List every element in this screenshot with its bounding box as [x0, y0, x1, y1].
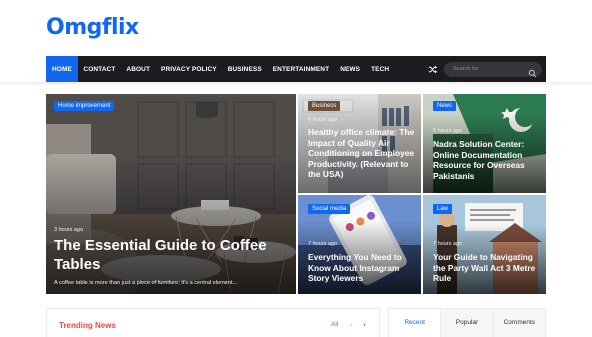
site-logo[interactable]: Omgflix — [46, 15, 139, 40]
post-time: 6 hours ago — [308, 117, 338, 123]
nav-item-entertainment[interactable]: ENTERTAINMENT — [267, 56, 334, 82]
tab-recent[interactable]: Recent — [389, 309, 441, 337]
post-time: 3 hours ago — [54, 227, 84, 233]
featured-card-law[interactable]: Law 7 hours ago Your Guide to Navigating… — [423, 195, 546, 294]
nav-item-news[interactable]: NEWS — [335, 56, 366, 82]
header-shadow — [0, 82, 592, 86]
nav-item-business[interactable]: BUSINESS — [222, 56, 267, 82]
post-title[interactable]: Healthy office climate: The Impact of Qu… — [308, 127, 418, 180]
featured-grid: Home improvement 3 hours ago The Essenti… — [46, 94, 546, 294]
trending-panel: Trending News All ‹ › — [46, 308, 380, 337]
tab-popular[interactable]: Popular — [440, 309, 493, 337]
chevron-right-icon[interactable]: › — [359, 319, 370, 330]
nav-item-contact[interactable]: CONTACT — [78, 56, 121, 82]
post-title[interactable]: Nadra Solution Center: Online Documentat… — [433, 139, 543, 181]
main-navbar: HOME CONTACT ABOUT PRIVACY POLICY BUSINE… — [46, 56, 546, 82]
search-box — [444, 61, 542, 77]
category-badge[interactable]: Business — [308, 101, 341, 111]
nav-item-privacy-policy[interactable]: PRIVACY POLICY — [156, 56, 223, 82]
featured-card-news[interactable]: News 6 hours ago Nadra Solution Center: … — [423, 94, 546, 193]
featured-card-business[interactable]: Business 6 hours ago Healthy office clim… — [298, 94, 421, 193]
featured-card-social-media[interactable]: Social media 7 hours ago Everything You … — [298, 195, 421, 294]
post-title[interactable]: Everything You Need to Know About Instag… — [308, 252, 418, 284]
post-time: 7 hours ago — [433, 241, 463, 247]
post-title[interactable]: Your Guide to Navigating the Party Wall … — [433, 252, 543, 284]
category-badge[interactable]: Home improvement — [54, 101, 115, 111]
featured-card-main[interactable]: Home improvement 3 hours ago The Essenti… — [46, 94, 296, 294]
search-icon[interactable] — [528, 65, 537, 77]
category-badge[interactable]: Law — [433, 204, 453, 214]
sidebar-tabs: Recent Popular Comments — [388, 308, 546, 337]
search-input[interactable] — [444, 66, 524, 72]
page: Omgflix HOME CONTACT ABOUT PRIVACY POLIC… — [0, 0, 592, 337]
post-title[interactable]: The Essential Guide to Coffee Tables — [54, 237, 288, 275]
nav-item-about[interactable]: ABOUT — [121, 56, 156, 82]
post-time: 6 hours ago — [433, 128, 463, 134]
chevron-left-icon[interactable]: ‹ — [346, 319, 357, 330]
trending-title: Trending News — [59, 321, 116, 330]
trending-all-link[interactable]: All — [331, 321, 338, 328]
nav-item-home[interactable]: HOME — [46, 56, 78, 82]
post-time: 7 hours ago — [308, 241, 338, 247]
shuffle-icon[interactable] — [426, 63, 438, 75]
nav-item-tech[interactable]: TECH — [366, 56, 395, 82]
tab-comments[interactable]: Comments — [492, 309, 545, 337]
category-badge[interactable]: News — [433, 101, 457, 111]
category-badge[interactable]: Social media — [308, 204, 351, 214]
post-excerpt: A coffee table is more than just a piece… — [54, 280, 238, 286]
